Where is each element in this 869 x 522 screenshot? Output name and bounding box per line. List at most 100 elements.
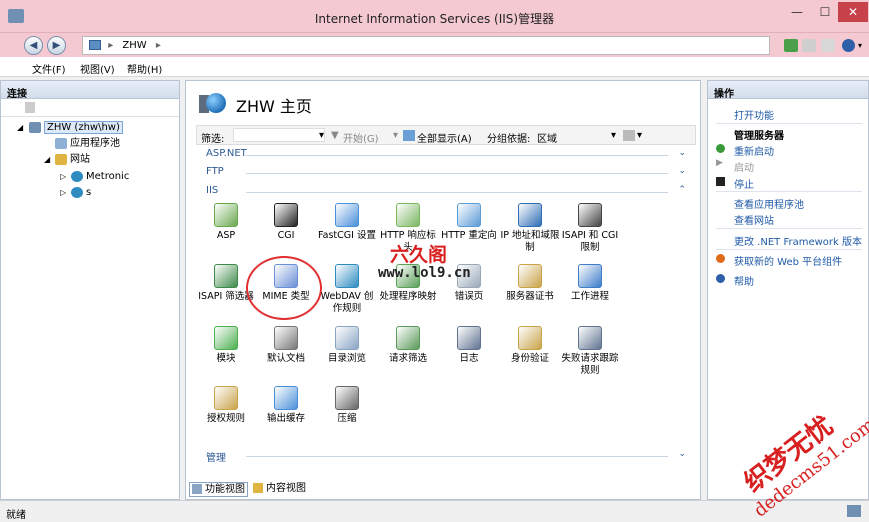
- chevron-up-icon[interactable]: ⌃: [678, 185, 686, 195]
- menu-view[interactable]: 视图(V): [80, 61, 115, 76]
- tree-item-sites[interactable]: ◢ 网站: [44, 153, 90, 167]
- action-open-feature[interactable]: 打开功能: [734, 107, 774, 122]
- feature-failed-trace[interactable]: 失败请求跟踪规则: [560, 326, 620, 377]
- tree-item-label: 应用程序池: [70, 138, 120, 149]
- group-by-label: 分组依据:: [487, 134, 531, 145]
- tab-content-view[interactable]: 内容视图: [251, 482, 308, 497]
- chevron-down-icon[interactable]: ▾: [858, 41, 862, 50]
- chevron-down-icon[interactable]: ⌄: [678, 148, 686, 158]
- chevron-down-icon[interactable]: ▾: [637, 130, 642, 141]
- chevron-down-icon[interactable]: ⌄: [678, 449, 686, 459]
- show-all-icon: [403, 130, 415, 141]
- filter-start-button[interactable]: 开始(G): [343, 130, 379, 145]
- tree-item-site-metronic[interactable]: ▷ Metronic: [60, 170, 129, 184]
- feature-webdav[interactable]: WebDAV 创作规则: [317, 264, 377, 315]
- group-management[interactable]: 管理 ⌄: [206, 449, 686, 464]
- group-ftp[interactable]: FTP ⌄: [206, 166, 686, 180]
- tree-item-app-pools[interactable]: 应用程序池: [55, 137, 120, 151]
- status-bar: 就绪: [0, 500, 869, 521]
- feature-compress[interactable]: 压缩: [317, 386, 377, 425]
- mail-icon[interactable]: [802, 39, 816, 52]
- feature-label: ISAPI 和 CGI 限制: [561, 230, 619, 253]
- feature-auth[interactable]: 身份验证: [500, 326, 560, 365]
- feature-label: FastCGI 设置: [318, 230, 376, 241]
- help-icon[interactable]: [842, 39, 855, 52]
- feature-log[interactable]: 日志: [439, 326, 499, 365]
- feature-label: 错误页: [454, 291, 484, 302]
- watermark-url: www.lol9.cn: [378, 265, 471, 281]
- log-icon: [457, 326, 481, 350]
- group-iis[interactable]: IIS ⌃: [206, 185, 686, 199]
- back-button[interactable]: ◀: [24, 36, 43, 55]
- address-path[interactable]: ZHW: [122, 40, 146, 51]
- action-label: 停止: [734, 180, 754, 191]
- feature-label: IP 地址和域限制: [500, 230, 560, 253]
- tree-item-site-s[interactable]: ▷ s: [60, 186, 91, 200]
- content-view-icon: [253, 483, 263, 493]
- show-all-button[interactable]: 全部显示(A): [417, 130, 472, 145]
- feature-label: 服务器证书: [506, 291, 554, 302]
- action-help[interactable]: 帮助: [716, 273, 754, 288]
- worker-icon: [578, 264, 602, 288]
- connections-pane: 连接 ◢ ZHW (zhw\hw) 应用程序池 ◢ 网站 ▷ Metronic …: [0, 80, 180, 500]
- folder-icon: [55, 153, 67, 165]
- feature-output-cache[interactable]: 输出缓存: [256, 386, 316, 425]
- feature-label: 日志: [459, 353, 479, 364]
- address-sep: ▸: [155, 40, 161, 51]
- feature-isapi-cgi[interactable]: ISAPI 和 CGI 限制: [560, 203, 620, 254]
- feature-cert[interactable]: 服务器证书: [500, 264, 560, 303]
- home-icon[interactable]: [821, 39, 835, 52]
- web-platform-icon: [716, 254, 725, 263]
- manage-server-heading: 管理服务器: [734, 131, 784, 142]
- menu-file[interactable]: 文件(F): [32, 61, 66, 76]
- action-label: 帮助: [734, 277, 754, 288]
- group-by-select[interactable]: 区域: [537, 130, 557, 145]
- view-mode-icon[interactable]: [623, 130, 635, 141]
- address-sep: ▸: [108, 40, 114, 51]
- webdav-icon: [335, 264, 359, 288]
- feature-worker[interactable]: 工作进程: [560, 264, 620, 303]
- tree-item-server[interactable]: ◢ ZHW (zhw\hw): [17, 121, 123, 135]
- feature-label: 失败请求跟踪规则: [561, 353, 619, 376]
- forward-button[interactable]: ▶: [47, 36, 66, 55]
- output-cache-icon: [274, 386, 298, 410]
- chevron-down-icon[interactable]: ▾: [319, 130, 324, 141]
- chevron-down-icon[interactable]: ▾: [611, 130, 616, 141]
- feature-fastcgi[interactable]: FastCGI 设置: [317, 203, 377, 242]
- feature-label: 输出缓存: [266, 413, 305, 424]
- feature-cgi[interactable]: CGI: [256, 203, 316, 242]
- action-view-app-pools[interactable]: 查看应用程序池: [734, 196, 804, 211]
- server-icon: [29, 121, 41, 133]
- feature-dir-browse[interactable]: 目录浏览: [317, 326, 377, 365]
- feature-request-filter[interactable]: 请求筛选: [378, 326, 438, 365]
- filter-input[interactable]: [233, 128, 325, 142]
- minimize-button[interactable]: —: [784, 2, 810, 22]
- action-stop[interactable]: 停止: [716, 176, 754, 191]
- connect-icon[interactable]: [784, 39, 798, 52]
- menu-help[interactable]: 帮助(H): [127, 61, 162, 76]
- feature-http-redirect[interactable]: HTTP 重定向: [439, 203, 499, 242]
- page-title: ZHW 主页: [236, 97, 312, 116]
- address-box[interactable]: ▸ ZHW ▸: [82, 36, 770, 55]
- feature-default-doc[interactable]: 默认文档: [256, 326, 316, 365]
- action-get-web-platform[interactable]: 获取新的 Web 平台组件: [716, 253, 842, 268]
- feature-label: 身份验证: [510, 353, 549, 364]
- feature-modules[interactable]: 模块: [196, 326, 256, 365]
- close-button[interactable]: ✕: [838, 2, 868, 22]
- tab-features-view[interactable]: 功能视图: [189, 482, 248, 497]
- action-change-net-version[interactable]: 更改 .NET Framework 版本: [734, 233, 862, 248]
- chevron-down-icon[interactable]: ⌄: [678, 166, 686, 176]
- server-icon: [89, 40, 101, 50]
- feature-label: WebDAV 创作规则: [320, 291, 374, 314]
- feature-asp[interactable]: ASP: [196, 203, 256, 242]
- action-restart[interactable]: 重新启动: [716, 143, 774, 158]
- action-start: ▶ 启动: [716, 158, 754, 174]
- group-aspnet[interactable]: ASP.NET ⌄: [206, 148, 686, 162]
- connect-tool-icon[interactable]: [25, 102, 35, 113]
- action-view-sites[interactable]: 查看网站: [734, 212, 774, 227]
- tab-label: 功能视图: [205, 484, 245, 495]
- feature-ip-restrict[interactable]: IP 地址和域限制: [500, 203, 560, 254]
- feature-authz[interactable]: 授权规则: [196, 386, 256, 425]
- maximize-button[interactable]: ☐: [812, 2, 838, 22]
- title-bar: Internet Information Services (IIS)管理器 —…: [0, 0, 869, 33]
